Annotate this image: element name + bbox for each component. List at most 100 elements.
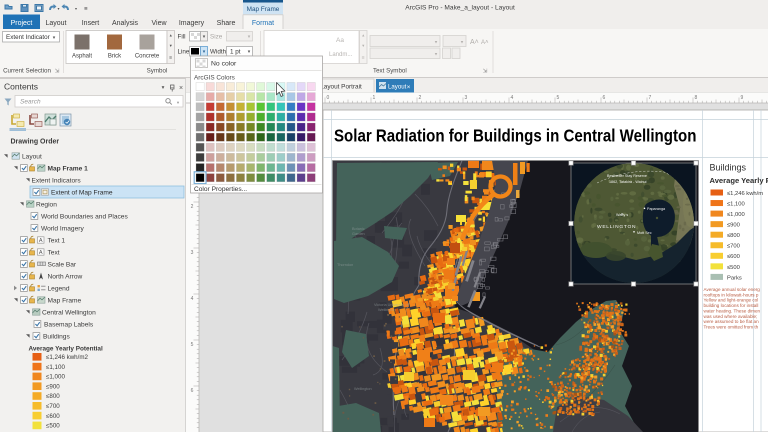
svg-text:Scale Bar: Scale Bar <box>48 261 77 268</box>
svg-text:ArcGIS Pro - Make_a_layout - L: ArcGIS Pro - Make_a_layout - Layout <box>405 5 515 12</box>
svg-text:≡: ≡ <box>169 55 172 61</box>
svg-text:Extent Indicator: Extent Indicator <box>6 34 50 41</box>
svg-text:7: 7 <box>649 95 652 101</box>
svg-text:≤800: ≤800 <box>727 233 740 239</box>
svg-text:⇲: ⇲ <box>483 68 488 75</box>
svg-text:▾: ▾ <box>75 6 77 11</box>
svg-text:Asphalt: Asphalt <box>72 54 92 60</box>
svg-text:Paparanga: Paparanga <box>647 207 666 211</box>
svg-text:Average Yearly Po: Average Yearly Po <box>710 176 768 185</box>
svg-text:Legend: Legend <box>48 285 70 292</box>
svg-text:Yellow and light-orange col: Yellow and light-orange col <box>704 298 759 303</box>
svg-text:≤500: ≤500 <box>727 265 740 271</box>
svg-text:Map Frame 1: Map Frame 1 <box>48 165 89 172</box>
svg-text:water heating. These dimen: water heating. These dimen <box>704 308 761 313</box>
svg-text:Basemap Labels: Basemap Labels <box>44 321 94 328</box>
svg-text:5: 5 <box>191 342 194 348</box>
svg-text:Central Wellington: Central Wellington <box>42 309 96 316</box>
svg-text:≤700: ≤700 <box>46 403 60 410</box>
svg-text:Buildings: Buildings <box>43 333 70 340</box>
svg-text:Layout: Layout <box>388 84 407 91</box>
svg-text:Line: Line <box>178 49 190 56</box>
svg-text:≤800: ≤800 <box>46 393 60 400</box>
svg-text:View: View <box>151 20 167 27</box>
svg-text:Average annual solar energ: Average annual solar energ <box>704 287 761 292</box>
svg-text:4: 4 <box>191 296 194 302</box>
svg-text:Extent of Map Frame: Extent of Map Frame <box>51 189 113 196</box>
svg-text:×: × <box>407 84 411 91</box>
svg-text:≤500: ≤500 <box>46 423 60 430</box>
svg-text:Width: Width <box>210 49 227 56</box>
svg-text:Layout Portrait: Layout Portrait <box>320 84 362 91</box>
svg-text:Symbol: Symbol <box>147 68 168 75</box>
svg-text:1: 1 <box>373 95 376 101</box>
svg-text:Brick: Brick <box>108 54 122 60</box>
svg-text:A: A <box>39 238 43 244</box>
svg-text:Analysis: Analysis <box>112 20 139 27</box>
svg-text:Thorndon: Thorndon <box>337 263 353 267</box>
svg-text:Concrete: Concrete <box>135 54 160 60</box>
svg-text:A˄: A˄ <box>481 40 489 46</box>
svg-text:ArcGIS Colors: ArcGIS Colors <box>194 75 235 82</box>
svg-text:were assumed to be flat an: were assumed to be flat an <box>704 319 760 324</box>
svg-text:≤700: ≤700 <box>727 244 740 250</box>
svg-text:Insert: Insert <box>82 20 100 27</box>
svg-text:Drawing Order: Drawing Order <box>11 139 60 146</box>
svg-text:4: 4 <box>511 95 514 101</box>
svg-text:was used where available;: was used where available; <box>704 314 758 319</box>
svg-text:Garden: Garden <box>352 232 365 236</box>
svg-text:building locations for install: building locations for install <box>704 303 759 308</box>
svg-text:9: 9 <box>741 95 744 101</box>
svg-text:1862, Tatakira - Wainui: 1862, Tatakira - Wainui <box>609 180 647 184</box>
svg-text:Wellington: Wellington <box>354 387 372 391</box>
svg-text:2: 2 <box>419 95 422 101</box>
svg-text:Color Properties...: Color Properties... <box>194 186 247 193</box>
svg-text:0: 0 <box>327 95 330 101</box>
svg-text:No color: No color <box>211 61 237 68</box>
svg-text:Layout: Layout <box>22 153 42 160</box>
svg-text:Average Yearly Potential: Average Yearly Potential <box>29 345 103 352</box>
svg-text:Map Frame: Map Frame <box>48 297 82 304</box>
svg-text:Contents: Contents <box>4 82 38 92</box>
svg-text:1 pt: 1 pt <box>230 49 241 56</box>
svg-text:Landm...: Landm... <box>329 52 353 58</box>
svg-text:≤1,100: ≤1,100 <box>727 201 745 207</box>
svg-text:3: 3 <box>191 250 194 256</box>
svg-text:3: 3 <box>465 95 468 101</box>
svg-text:8: 8 <box>695 95 698 101</box>
svg-text:Trees were omitted from th: Trees were omitted from th <box>704 324 759 329</box>
svg-text:≤1,246 kwh/m: ≤1,246 kwh/m <box>727 191 763 197</box>
svg-text:Victoria University of: Victoria University of <box>374 303 409 307</box>
svg-text:≡: ≡ <box>84 7 88 13</box>
svg-text:Text Symbol: Text Symbol <box>373 68 407 75</box>
svg-text:rooftops in kilowatt-hours p: rooftops in kilowatt-hours p <box>704 292 759 297</box>
svg-text:Text: Text <box>48 249 60 256</box>
svg-text:Imagery: Imagery <box>179 20 205 27</box>
svg-text:Current Selection: Current Selection <box>3 68 51 75</box>
svg-text:≤600: ≤600 <box>46 413 60 420</box>
svg-text:Aa: Aa <box>336 37 344 44</box>
svg-text:6: 6 <box>603 95 606 101</box>
svg-text:A: A <box>39 250 43 256</box>
svg-text:≤1,000: ≤1,000 <box>727 212 745 218</box>
svg-text:Bestbetter Stay Reserve: Bestbetter Stay Reserve <box>607 174 647 178</box>
svg-text:Buildings: Buildings <box>710 163 747 173</box>
svg-text:≤1,246 kwh/m2: ≤1,246 kwh/m2 <box>46 354 88 361</box>
svg-text:≤900: ≤900 <box>46 383 60 390</box>
svg-text:Mott Sec: Mott Sec <box>637 231 652 235</box>
svg-text:≡: ≡ <box>362 55 365 61</box>
svg-text:▾: ▾ <box>162 85 165 91</box>
svg-text:5: 5 <box>557 95 560 101</box>
svg-text:2: 2 <box>191 204 194 210</box>
svg-text:Region: Region <box>36 201 57 208</box>
svg-text:World Boundaries and Places: World Boundaries and Places <box>41 213 128 220</box>
svg-text:Size: Size <box>210 34 223 41</box>
svg-text:World Imagery: World Imagery <box>41 225 84 232</box>
svg-text:Solar Radiation for Buildings: Solar Radiation for Buildings in Central… <box>334 127 696 146</box>
svg-text:Format: Format <box>252 20 274 27</box>
svg-text:Fill: Fill <box>178 34 186 41</box>
svg-text:Search: Search <box>20 99 41 106</box>
svg-text:≤600: ≤600 <box>727 254 740 260</box>
svg-text:≤1,000: ≤1,000 <box>46 374 65 381</box>
svg-text:North Arrow: North Arrow <box>48 273 83 280</box>
